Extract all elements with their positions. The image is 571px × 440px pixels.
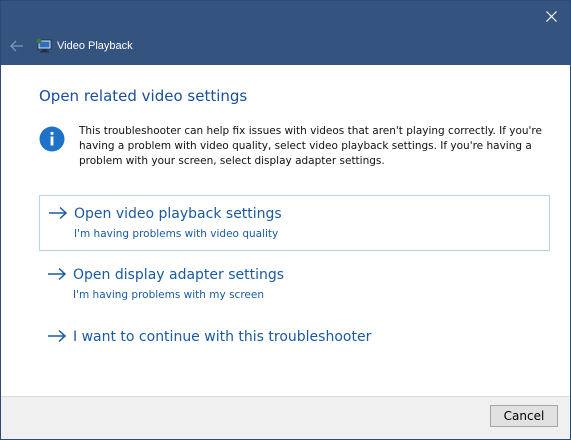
option-title: I want to continue with this troubleshoo… (73, 329, 372, 345)
close-button[interactable] (538, 5, 564, 27)
close-icon (545, 10, 557, 22)
info-text: This troubleshooter can help fix issues … (79, 125, 542, 167)
troubleshooter-window: Video Playback Open related video settin… (0, 0, 571, 440)
option-continue-troubleshooter[interactable]: I want to continue with this troubleshoo… (39, 319, 550, 355)
option-title: Open display adapter settings (73, 267, 285, 283)
navigation-row: Video Playback (1, 31, 570, 61)
video-playback-icon (36, 38, 52, 53)
option-display-adapter-settings[interactable]: Open display adapter settings I'm having… (39, 257, 550, 313)
back-button[interactable] (7, 36, 27, 56)
arrow-right-icon (48, 329, 67, 343)
page-title: Open related video settings (39, 87, 248, 105)
cancel-button[interactable]: Cancel (490, 405, 558, 427)
option-subtitle: I'm having problems with my screen (73, 289, 264, 301)
footer-bar: Cancel (1, 396, 570, 439)
info-icon (39, 126, 65, 152)
arrow-right-icon (49, 206, 68, 220)
option-title: Open video playback settings (74, 206, 282, 222)
option-subtitle: I'm having problems with video quality (74, 228, 279, 240)
content-area: Open related video settings This trouble… (1, 65, 570, 397)
option-video-playback-settings[interactable]: Open video playback settings I'm having … (39, 195, 550, 251)
window-title: Video Playback (57, 40, 133, 52)
back-arrow-icon (10, 40, 23, 52)
arrow-right-icon (48, 267, 67, 281)
title-bar: Video Playback (1, 1, 570, 65)
